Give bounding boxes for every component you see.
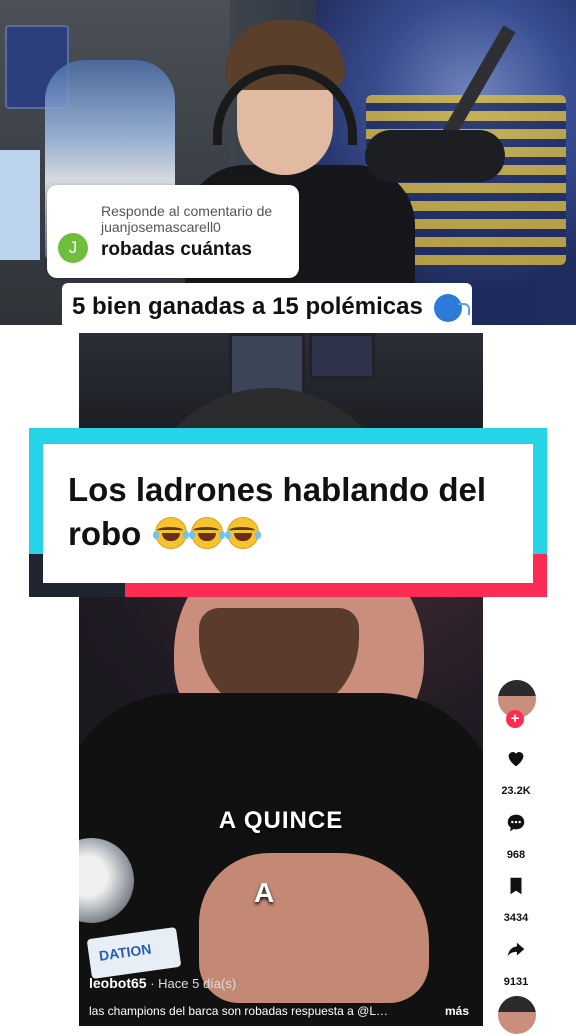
- follow-plus-button[interactable]: +: [506, 710, 524, 728]
- like-count: 23.2K: [501, 785, 531, 797]
- save-count: 3434: [503, 912, 529, 924]
- commenter-avatar: J: [58, 233, 88, 263]
- video-caption-line2: A: [254, 877, 275, 908]
- laughing-tears-icon: [188, 517, 225, 549]
- like-button[interactable]: [498, 740, 534, 776]
- stream-background: Responde al comentario de juanjosemascar…: [0, 0, 576, 325]
- share-count: 9131: [503, 976, 529, 988]
- laughing-tears-icon: [224, 517, 261, 549]
- reply-label: Responde al comentario de juanjosemascar…: [101, 203, 273, 235]
- video-description: las champions del barca son robadas resp…: [89, 1004, 389, 1018]
- banner-title: Los ladrones hablando del robo: [68, 471, 487, 552]
- share-button[interactable]: [498, 932, 534, 968]
- sound-avatar[interactable]: [496, 994, 538, 1036]
- share-icon: [507, 942, 525, 957]
- bookmark-icon: [510, 877, 522, 895]
- save-button[interactable]: [498, 868, 534, 904]
- framed-jersey-2: [0, 150, 40, 260]
- reply-comment-text: robadas cuántas: [101, 239, 252, 260]
- question-text: 5 bien ganadas a 15 polémicas: [72, 293, 423, 320]
- post-time: Hace 5 día(s): [158, 976, 237, 991]
- heart-icon: [508, 752, 524, 767]
- wall-frame-2: [309, 333, 375, 379]
- banner-cyan-left: [29, 428, 43, 554]
- comment-button[interactable]: [498, 805, 534, 841]
- question-overlay: 5 bien ganadas a 15 polémicas: [62, 283, 472, 329]
- banner-cyan-right: [533, 428, 547, 554]
- comment-count: 968: [506, 849, 526, 861]
- video-author[interactable]: leobot65 · Hace 5 día(s): [89, 975, 236, 991]
- more-link[interactable]: más: [445, 1004, 469, 1018]
- speaking-head-icon: [433, 293, 470, 322]
- author-username[interactable]: leobot65: [89, 975, 147, 991]
- laughing-tears-icon: [152, 517, 189, 549]
- title-banner: Los ladrones hablando del robo: [43, 444, 533, 583]
- video-caption-line1: A QUINCE: [218, 807, 344, 834]
- reply-comment-bubble[interactable]: Responde al comentario de juanjosemascar…: [47, 185, 299, 278]
- banner-text-wrap: Los ladrones hablando del robo: [68, 468, 528, 556]
- comment-icon: [507, 814, 525, 832]
- banner-cyan-top: [29, 428, 547, 444]
- meta-separator: ·: [146, 976, 159, 991]
- microphone-icon: [365, 130, 505, 182]
